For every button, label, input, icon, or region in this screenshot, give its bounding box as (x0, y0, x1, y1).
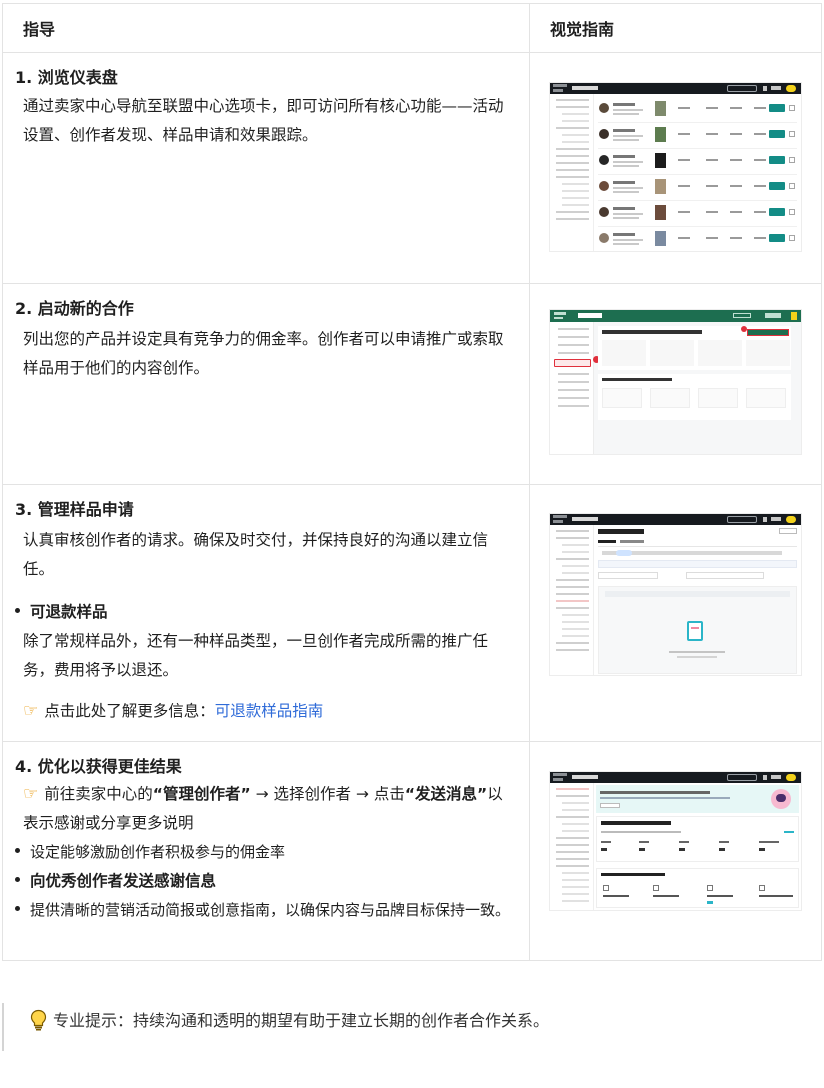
avatar (786, 85, 796, 92)
attention-card (596, 868, 799, 908)
screenshot-sidebar (550, 525, 594, 675)
step-1-title: 1. 浏览仪表盘 (15, 68, 118, 87)
step-4-title: 4. 优化以获得更佳结果 (15, 757, 182, 776)
step-2-title: 2. 启动新的合作 (15, 299, 134, 318)
list-item: 向优秀创作者发送感谢信息 (15, 867, 529, 896)
clipboard-icon (687, 621, 703, 641)
optimize-list: 设定能够激励创作者积极参与的佣金率 向优秀创作者发送感谢信息 提供清晰的营销活动… (15, 838, 529, 925)
bell-icon (763, 775, 767, 780)
pro-tip: 专业提示：持续沟通和透明的期望有助于建立长期的创作者合作关系。 (30, 1009, 549, 1033)
list-item: 设定能够激励创作者积极参与的佣金率 (15, 838, 529, 867)
page-heading (598, 529, 644, 534)
lightbulb-icon (30, 1009, 47, 1030)
table-row (598, 149, 797, 175)
avatar (786, 774, 796, 781)
step-1-cell: 1. 浏览仪表盘 通过卖家中心导航至联盟中心选项卡，即可访问所有核心功能——活动… (2, 52, 530, 284)
intro-part-a: 前往卖家中心的 (44, 785, 153, 803)
screenshot-topbar (550, 772, 801, 783)
collaboration-screenshot (549, 309, 802, 455)
step-3-cell: 3. 管理样品申请 认真审核创作者的请求。确保及时交付，并保持良好的沟通以建立信… (2, 484, 530, 742)
list-item: 提供清晰的营销活动简报或创意指南，以确保内容与品牌目标保持一致。 (15, 896, 529, 925)
screenshot-sidebar (550, 783, 594, 910)
refundable-sample-title: 可退款样品 (30, 603, 108, 621)
intro-part-c: → 选择创作者 → 点击 (250, 785, 405, 803)
dashboard-screenshot (549, 82, 802, 252)
screenshot-sidebar (550, 94, 594, 251)
table-row (598, 175, 797, 201)
header-guide: 指导 (2, 3, 530, 53)
overview-card (596, 816, 799, 862)
optimize-screenshot (549, 771, 802, 911)
sample-requests-screenshot (549, 513, 802, 676)
step-1-text: 通过卖家中心导航至联盟中心选项卡，即可访问所有核心功能——活动设置、创作者发现、… (23, 97, 504, 144)
step-4-intro: ☞ 前往卖家中心的“管理创作者” → 选择创作者 → 点击“发送消息”以表示感谢或… (23, 780, 513, 838)
step-2-cell: 2. 启动新的合作 列出您的产品并设定具有竞争力的佣金率。创作者可以申请推广或索… (2, 283, 530, 485)
avatar (786, 516, 796, 523)
step-3-title: 3. 管理样品申请 (15, 500, 134, 519)
welcome-card (598, 326, 791, 370)
screenshot-sidebar (550, 322, 594, 454)
step-2-text: 列出您的产品并设定具有竞争力的佣金率。创作者可以申请推广或索取样品用于他们的内容… (23, 330, 504, 377)
empty-state (598, 586, 797, 674)
learn-more-line: ☞ 点击此处了解更多信息：可退款样品指南 (23, 697, 513, 726)
table-row (598, 123, 797, 149)
step-4-cell: 4. 优化以获得更佳结果 ☞ 前往卖家中心的“管理创作者” → 选择创作者 → 点… (2, 741, 530, 961)
refundable-sample-text: 除了常规样品外，还有一种样品类型，一旦创作者完成所需的推广任务，费用将予以退还。 (23, 632, 489, 679)
table-row (598, 201, 797, 227)
screenshot-topbar (550, 514, 801, 525)
screenshot-topbar (550, 310, 801, 322)
table-row (598, 227, 797, 251)
step-3-text: 认真审核创作者的请求。确保及时交付，并保持良好的沟通以建立信任。 (23, 531, 489, 578)
table-row (598, 97, 797, 123)
pointing-hand-icon: ☞ (23, 784, 39, 804)
screenshot-topbar (550, 83, 801, 94)
learn-more-prefix: 点击此处了解更多信息： (44, 702, 215, 720)
app-title (572, 86, 598, 90)
refundable-sample-guide-link[interactable]: 可退款样品指南 (215, 702, 324, 720)
send-message-label: “发送消息” (404, 785, 488, 803)
bell-icon (763, 86, 767, 91)
header-visual: 视觉指南 (529, 3, 822, 53)
pro-tip-text: 专业提示：持续沟通和透明的期望有助于建立长期的创作者合作关系。 (53, 1011, 550, 1030)
bullet-dot (15, 608, 20, 613)
promo-banner (596, 785, 799, 813)
promote-card (598, 374, 791, 420)
refundable-sample-heading: 可退款样品 (15, 598, 529, 626)
bell-icon (763, 517, 767, 522)
manage-creators-label: “管理创作者” (152, 785, 251, 803)
pointing-hand-icon: ☞ (23, 701, 39, 721)
tip-bar (2, 1003, 4, 1051)
